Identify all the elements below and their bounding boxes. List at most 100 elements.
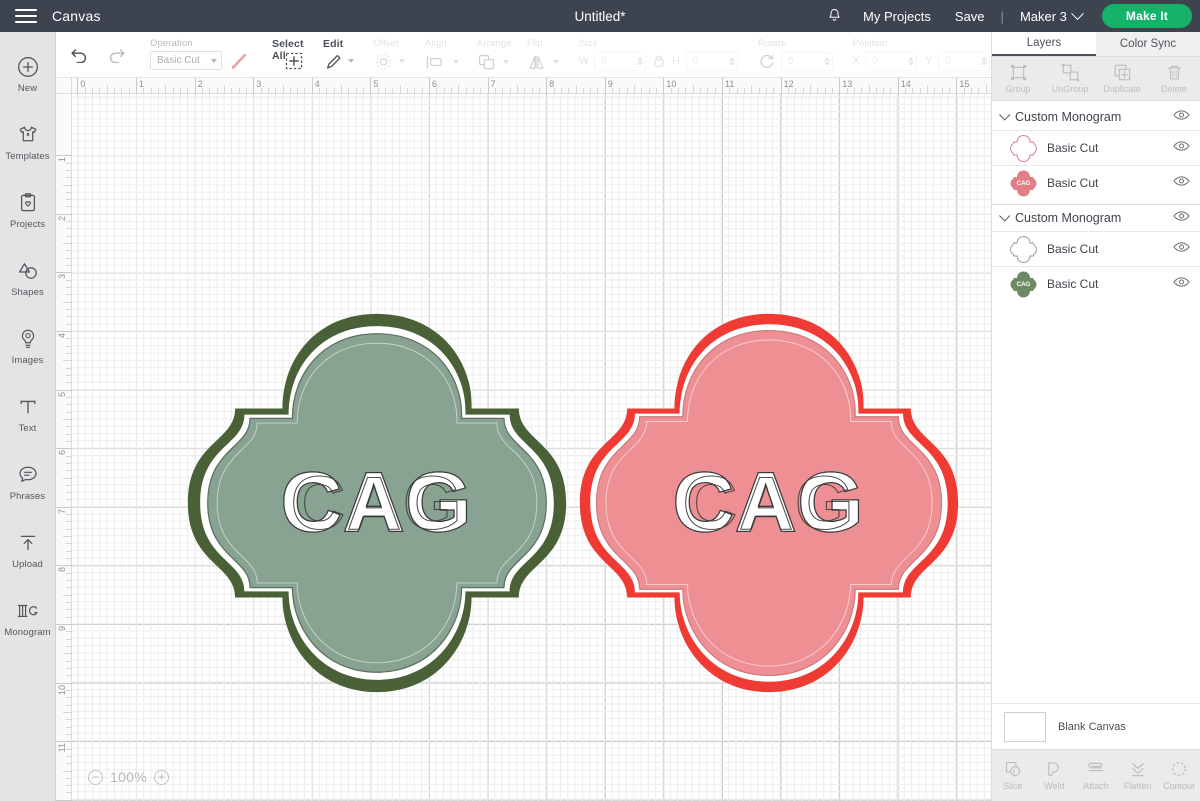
ruler-tick-major — [56, 682, 72, 684]
ruler-tick-minor — [66, 704, 72, 706]
ruler-tick-minor — [985, 85, 987, 94]
eye-icon[interactable] — [1173, 139, 1190, 157]
edit-group[interactable]: Edit — [314, 32, 364, 78]
position-x-axis-label: X — [852, 55, 860, 67]
layer-group-header[interactable]: Custom Monogram — [992, 204, 1200, 231]
undo-arrow-icon[interactable] — [70, 47, 89, 63]
flatten-button[interactable]: Flatten — [1117, 750, 1159, 801]
chevron-down-icon[interactable] — [999, 210, 1011, 222]
tab-color-sync[interactable]: Color Sync — [1096, 32, 1200, 56]
ruler-tick-minor — [465, 88, 467, 94]
width-stepper[interactable] — [637, 56, 644, 66]
quatrefoil-filled-thumb: CAG — [1010, 271, 1037, 297]
ruler-tick-minor — [66, 316, 72, 318]
ruler-tick-major — [253, 78, 255, 94]
zoom-plus-icon[interactable]: + — [154, 769, 170, 785]
my-projects-link[interactable]: My Projects — [851, 9, 943, 24]
action-label: Group — [1005, 84, 1031, 94]
width-input[interactable]: 0 — [594, 51, 647, 71]
sidebar-item-new[interactable]: New — [0, 40, 56, 108]
arrange-group[interactable]: Arrange — [469, 32, 519, 78]
layer-actions: Group UnGroup Duplicate Delete — [992, 57, 1200, 101]
ruler-tick-minor — [66, 697, 72, 699]
tool-label: Contour — [1163, 781, 1196, 791]
position-x-stepper[interactable] — [908, 56, 915, 66]
eye-icon[interactable] — [1173, 240, 1190, 258]
pen-color-icon[interactable] — [228, 51, 250, 71]
ruler-tick-minor — [831, 88, 833, 94]
machine-selector[interactable]: Maker 3 — [1008, 6, 1088, 24]
eye-icon[interactable] — [1173, 209, 1190, 227]
rotate-stepper[interactable] — [823, 56, 830, 66]
save-button[interactable]: Save — [943, 9, 997, 24]
height-input[interactable]: 0 — [685, 51, 738, 71]
position-y-input[interactable]: 0 — [938, 51, 991, 71]
blank-canvas-row[interactable]: Blank Canvas — [992, 703, 1200, 749]
flip-group[interactable]: Flip — [519, 32, 569, 78]
ruler-tick-minor — [66, 558, 72, 560]
layer-name: Basic Cut — [1047, 176, 1099, 190]
height-stepper[interactable] — [728, 56, 735, 66]
monogram-text-inline: CAG — [683, 461, 856, 545]
make-it-button[interactable]: Make It — [1101, 4, 1192, 28]
align-group[interactable]: Align — [415, 32, 469, 78]
ruler-tick-minor — [66, 484, 72, 486]
chevron-down-icon — [503, 59, 509, 64]
header-actions: My Projects Save | Maker 3 Make It — [817, 0, 1200, 32]
offset-group[interactable]: Offset — [364, 32, 415, 78]
sidebar-item-images[interactable]: Images — [0, 312, 56, 380]
ruler-tick-minor — [656, 88, 658, 94]
duplicate-button[interactable]: Duplicate — [1096, 57, 1148, 100]
ruler-tick-minor — [685, 88, 687, 94]
layer-row[interactable]: Basic Cut — [992, 130, 1200, 165]
ruler-tick-minor — [597, 88, 599, 94]
rotate-icon[interactable] — [758, 52, 776, 70]
ruler-tick-minor — [297, 88, 299, 94]
sidebar-item-shapes[interactable]: Shapes — [0, 244, 56, 312]
rotate-input[interactable]: 0 — [780, 51, 833, 71]
sidebar-item-text[interactable]: Text — [0, 380, 56, 448]
position-x-input[interactable]: 0 — [865, 51, 918, 71]
redo-arrow-icon[interactable] — [107, 47, 126, 63]
delete-button[interactable]: Delete — [1148, 57, 1200, 100]
ungroup-button[interactable]: UnGroup — [1044, 57, 1096, 100]
ruler-tick-minor — [590, 88, 592, 94]
sidebar-item-phrases[interactable]: Phrases — [0, 448, 56, 516]
sidebar-item-templates[interactable]: Templates — [0, 108, 56, 176]
position-y-stepper[interactable] — [981, 56, 988, 66]
canvas-color-swatch[interactable] — [1004, 711, 1046, 742]
ruler-tick-minor — [66, 580, 72, 582]
hamburger-icon[interactable] — [0, 0, 52, 32]
group-button[interactable]: Group — [992, 57, 1044, 100]
layer-row[interactable]: Basic Cut — [992, 231, 1200, 266]
align-icon — [426, 55, 442, 68]
eye-icon[interactable] — [1173, 108, 1190, 126]
zoom-minus-icon[interactable]: − — [88, 769, 103, 785]
notification-bell-icon[interactable] — [817, 8, 851, 24]
chevron-down-icon[interactable] — [999, 108, 1011, 121]
layer-row[interactable]: CAG Basic Cut — [992, 266, 1200, 301]
sidebar-label: Shapes — [11, 286, 44, 298]
attach-button[interactable]: Attach — [1075, 750, 1117, 801]
tab-layers[interactable]: Layers — [992, 32, 1096, 56]
sidebar-item-projects[interactable]: Projects — [0, 176, 56, 244]
eye-icon[interactable] — [1173, 275, 1190, 293]
design-canvas[interactable]: CAG CAG CAG CAG 0 1 2 3 4 5 6 7 8 9 10 11 12 13 14 15 1… — [56, 78, 991, 801]
select-all-group[interactable]: Select All — [260, 32, 314, 78]
contour-button[interactable]: Contour — [1158, 750, 1200, 801]
weld-button[interactable]: Weld — [1034, 750, 1076, 801]
sidebar-item-monogram[interactable]: Monogram — [0, 584, 56, 652]
layer-group-header[interactable]: Custom Monogram — [992, 103, 1200, 130]
ruler-tick-minor — [275, 88, 277, 94]
slice-button[interactable]: Slice — [992, 750, 1034, 801]
operation-select[interactable]: Basic Cut — [150, 51, 222, 70]
lock-closed-icon[interactable] — [652, 53, 666, 69]
sidebar-item-upload[interactable]: Upload — [0, 516, 56, 584]
layer-row[interactable]: CAG Basic Cut — [992, 165, 1200, 200]
eye-icon[interactable] — [1173, 174, 1190, 192]
tshirt-icon — [19, 126, 36, 141]
offset-label: Offset — [373, 37, 399, 49]
ruler-tick-minor — [678, 88, 680, 94]
ruler-tick-minor — [66, 514, 72, 516]
history-controls — [56, 32, 136, 78]
